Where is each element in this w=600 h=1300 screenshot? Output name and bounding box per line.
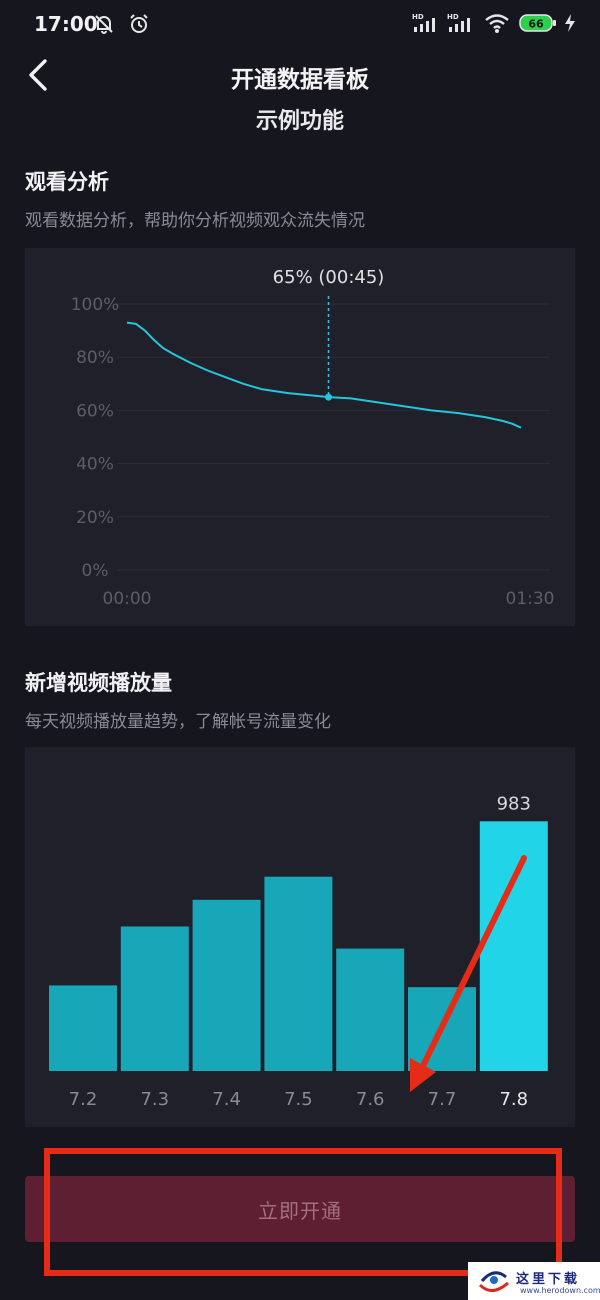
data-label: 983 bbox=[497, 793, 531, 814]
charging-bolt-icon bbox=[565, 14, 575, 32]
signal-hd-icon: HD bbox=[447, 13, 470, 32]
retention-line-chart: 0% 20% 40% 60% 80% 100% 00:00 01:30 65% (00:45) bbox=[71, 267, 555, 609]
site-watermark: 这里下载 www.herodown.com bbox=[468, 1262, 600, 1300]
watch-analysis-description: 观看数据分析，帮助你分析视频观众流失情况 bbox=[25, 211, 365, 231]
x-tick-label: 01:30 bbox=[506, 589, 555, 609]
y-tick-label: 40% bbox=[76, 455, 114, 475]
retention-series-line bbox=[126, 321, 522, 429]
y-tick-label: 100% bbox=[71, 295, 120, 315]
svg-text:66: 66 bbox=[528, 18, 544, 31]
mute-notification-icon bbox=[95, 15, 113, 34]
watermark-logo-icon bbox=[478, 1271, 509, 1292]
watch-analysis-title: 观看分析 bbox=[25, 170, 109, 194]
battery-icon: 66 bbox=[519, 14, 556, 32]
bar bbox=[336, 948, 405, 1071]
page-subtitle: 示例功能 bbox=[255, 109, 344, 134]
page-title: 开通数据看板 bbox=[231, 67, 369, 93]
marker-point bbox=[325, 393, 332, 401]
status-bar: 17:00 HD HD 66 bbox=[0, 0, 600, 50]
status-icons-right: HD HD 66 bbox=[412, 12, 576, 34]
bar bbox=[120, 926, 189, 1071]
svg-text:HD: HD bbox=[447, 13, 459, 21]
views-bar-chart: 7.2 7.3 7.4 7.5 7.6 7.7 7.8 983 bbox=[49, 793, 548, 1110]
x-tick-label: 7.7 bbox=[428, 1089, 457, 1110]
bar bbox=[192, 899, 261, 1071]
views-bar-chart-card: 7.2 7.3 7.4 7.5 7.6 7.7 7.8 983 bbox=[25, 747, 575, 1127]
status-icons-left bbox=[92, 12, 151, 36]
bar bbox=[408, 987, 476, 1071]
y-tick-label: 20% bbox=[76, 508, 114, 528]
navigation-bar: 开通数据看板 示例功能 bbox=[0, 50, 600, 150]
x-tick-label: 7.5 bbox=[284, 1089, 313, 1110]
x-tick-label: 7.3 bbox=[140, 1089, 169, 1110]
bar bbox=[479, 821, 548, 1071]
x-tick-label: 7.4 bbox=[212, 1089, 241, 1110]
y-tick-label: 80% bbox=[76, 348, 114, 368]
y-tick-label: 0% bbox=[82, 561, 109, 581]
x-tick-label: 00:00 bbox=[103, 589, 152, 609]
marker-label: 65% (00:45) bbox=[273, 267, 385, 288]
wifi-icon bbox=[485, 14, 509, 33]
signal-hd-icon: HD bbox=[412, 13, 435, 32]
x-tick-label: 7.8 bbox=[499, 1089, 528, 1110]
bar bbox=[264, 876, 333, 1071]
svg-text:HD: HD bbox=[412, 13, 424, 21]
x-tick-label: 7.6 bbox=[356, 1089, 385, 1110]
watermark-url: www.herodown.com bbox=[520, 1286, 600, 1295]
annotation-highlight-box bbox=[44, 1148, 562, 1276]
y-tick-label: 60% bbox=[76, 401, 114, 421]
new-views-description: 每天视频播放量趋势，了解帐号流量变化 bbox=[25, 712, 331, 732]
alarm-clock-icon bbox=[130, 14, 148, 33]
bar bbox=[49, 985, 117, 1071]
retention-chart-card: 0% 20% 40% 60% 80% 100% 00:00 01:30 65% (00:45) bbox=[25, 248, 575, 626]
x-tick-label: 7.2 bbox=[69, 1089, 98, 1110]
new-views-title: 新增视频播放量 bbox=[25, 671, 172, 695]
status-time: 17:00 bbox=[34, 12, 98, 36]
watermark-text: 这里下载 bbox=[516, 1272, 581, 1287]
